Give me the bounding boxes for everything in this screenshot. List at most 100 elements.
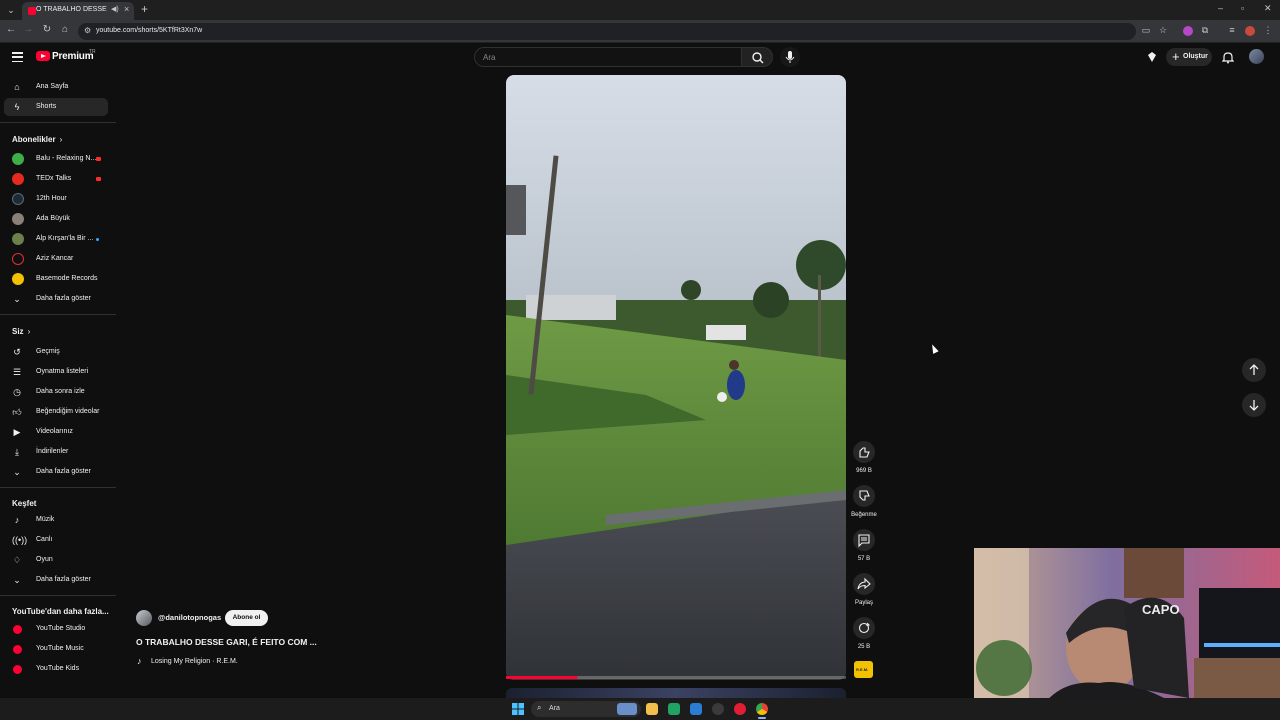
live-indicator-icon [96, 157, 101, 161]
minimize-icon[interactable]: – [1218, 3, 1223, 13]
url-text: youtube.com/shorts/5KTfRt3Xn7w [96, 27, 203, 34]
sidebar-item-label: TEDx Talks [36, 175, 72, 182]
extension-icon[interactable] [1183, 26, 1193, 36]
sidebar-sub-tedx[interactable]: TEDx Talks [4, 170, 108, 188]
sidebar-item-history[interactable]: ↺ Geçmiş [4, 343, 108, 361]
account-avatar[interactable] [1249, 49, 1264, 64]
remix-button[interactable]: 25 B [850, 617, 878, 650]
dislike-button[interactable]: Beğenme [850, 485, 878, 518]
voice-search-button[interactable] [780, 47, 800, 67]
subscriptions-heading[interactable]: Abonelikler › [12, 135, 62, 144]
search-input[interactable]: Ara [474, 47, 742, 67]
youtube-kids-icon [13, 665, 22, 674]
mouse-cursor-icon [929, 343, 939, 354]
sidebar-item-playlists[interactable]: ☰ Oynatma listeleri [4, 363, 108, 381]
excel-icon[interactable] [668, 703, 680, 715]
chrome-icon[interactable] [756, 703, 768, 715]
sidebar-sub-aziz-kancar[interactable]: Aziz Kancar [4, 250, 108, 268]
sidebar-item-youtube-kids[interactable]: YouTube Kids [4, 660, 108, 678]
sidebar-subscriptions-more[interactable]: ⌄ Daha fazla göster [4, 290, 108, 308]
share-button[interactable]: Paylaş [850, 573, 878, 606]
like-button[interactable]: 969 B [850, 441, 878, 474]
sidebar-item-youtube-studio[interactable]: YouTube Studio [4, 620, 108, 638]
search-button[interactable] [741, 47, 773, 67]
chevron-right-icon: › [27, 327, 31, 336]
you-heading[interactable]: Siz › [12, 327, 30, 336]
browser-menu-icon[interactable]: ⋮ [1262, 25, 1274, 36]
address-bar[interactable]: ⚙ youtube.com/shorts/5KTfRt3Xn7w [78, 23, 1136, 40]
music-icon: ♪ [14, 515, 20, 525]
avatar [12, 213, 24, 225]
more-from-youtube-title: YouTube'dan daha fazla... [12, 607, 109, 616]
file-explorer-icon[interactable] [646, 703, 658, 715]
channel-avatar[interactable] [136, 610, 152, 626]
sidebar-item-liked-videos[interactable]: 👍︎ Beğendiğim videolar [4, 403, 108, 421]
gem-icon[interactable] [1146, 51, 1158, 63]
forward-icon[interactable]: → [21, 24, 35, 35]
sidebar-item-live[interactable]: ((•)) Canlı [4, 531, 108, 549]
new-content-dot-icon [96, 238, 99, 241]
extensions-puzzle-icon[interactable]: ⧉ [1199, 25, 1211, 36]
close-window-icon[interactable]: ✕ [1264, 3, 1272, 14]
tab-search-chevron-icon[interactable]: ⌄ [4, 3, 18, 17]
webcam-frame: CAPO [974, 548, 1280, 720]
bookmark-star-icon[interactable]: ☆ [1157, 25, 1169, 36]
short-video-player[interactable] [506, 75, 846, 680]
sound-thumbnail[interactable]: R.E.M. [854, 661, 873, 678]
video-progress-bar[interactable] [506, 676, 846, 679]
speaker-icon[interactable]: ◀) [111, 5, 119, 13]
sidebar-item-label: Alp Kırşan'la Bir ... [36, 235, 94, 242]
sidebar-sub-basemode[interactable]: Basemode Records [4, 270, 108, 288]
sidebar-you-more[interactable]: ⌄ Daha fazla göster [4, 463, 108, 481]
sidebar-sub-12th-hour[interactable]: 12th Hour [4, 190, 108, 208]
windows-start-icon[interactable] [512, 703, 524, 715]
sidebar-item-watch-later[interactable]: ◷ Daha sonra izle [4, 383, 108, 401]
bell-icon[interactable] [1222, 51, 1234, 64]
sidebar-item-label: Canlı [36, 536, 53, 543]
download-icon: ⤓ [15, 447, 19, 457]
obs-icon[interactable] [712, 703, 724, 715]
word-icon[interactable] [690, 703, 702, 715]
comments-button[interactable]: 57 B [850, 529, 878, 562]
create-button[interactable]: + Oluştur [1166, 48, 1212, 66]
next-short-button[interactable] [1242, 393, 1266, 417]
profile-icon[interactable] [1245, 26, 1255, 36]
previous-short-button[interactable] [1242, 358, 1266, 382]
sidebar-item-gaming[interactable]: ♢ Oyun [4, 551, 108, 569]
sidebar-item-home[interactable]: ⌂ Ana Sayfa [4, 78, 108, 96]
sidebar-sub-alp-kirsan[interactable]: Alp Kırşan'la Bir ... [4, 230, 108, 248]
browser-tab-active[interactable]: O TRABALHO DESSE GARI, ◀) × [22, 2, 134, 20]
logo-text[interactable]: Premium [52, 51, 94, 62]
taskbar-search-box[interactable]: ⌕ Ara [531, 701, 641, 717]
maximize-icon[interactable]: ▫ [1241, 3, 1244, 13]
sidebar-item-music[interactable]: ♪ Müzik [4, 511, 108, 529]
opera-icon[interactable] [734, 703, 746, 715]
new-tab-icon[interactable]: + [141, 2, 148, 16]
site-info-icon[interactable]: ⚙ [84, 26, 91, 35]
shorts-icon: ϟ [14, 102, 20, 112]
sidebar-explore-more[interactable]: ⌄ Daha fazla göster [4, 571, 108, 589]
guide-menu-icon[interactable] [12, 52, 23, 63]
sidebar-item-downloads[interactable]: ⤓ İndirilenler [4, 443, 108, 461]
playlist-icon: ☰ [12, 367, 22, 377]
sidebar-item-shorts[interactable]: ϟ Shorts [4, 98, 108, 116]
windows-taskbar: ⌕ Ara [0, 698, 1280, 720]
short-title[interactable]: O TRABALHO DESSE GARI, É FEITO COM ... [136, 637, 476, 647]
back-icon[interactable]: ← [4, 24, 18, 35]
music-track-link[interactable]: Losing My Religion · R.E.M. [151, 658, 238, 665]
youtube-logo-icon[interactable] [36, 51, 50, 61]
channel-name[interactable]: @danilotopnogas [158, 613, 221, 622]
tab-close-icon[interactable]: × [124, 4, 129, 14]
chevron-right-icon: › [59, 135, 63, 144]
sidebar-item-youtube-music[interactable]: YouTube Music [4, 640, 108, 658]
reload-icon[interactable]: ↻ [40, 24, 54, 35]
sidebar-sub-balu[interactable]: Balu - Relaxing N... [4, 150, 108, 168]
subscribe-button[interactable]: Abone ol [225, 610, 268, 626]
media-control-icon[interactable]: ≡ [1226, 25, 1238, 35]
sidebar-sub-ada-buyuk[interactable]: Ada Büyük [4, 210, 108, 228]
cast-icon[interactable]: ▭ [1140, 25, 1152, 36]
sidebar-item-your-videos[interactable]: ▶ Videolarınız [4, 423, 108, 441]
browser-tabstrip: ⌄ O TRABALHO DESSE GARI, ◀) × + – ▫ ✕ [0, 0, 1280, 20]
live-icon: ((•)) [12, 535, 28, 545]
home-browser-icon[interactable]: ⌂ [58, 24, 72, 35]
